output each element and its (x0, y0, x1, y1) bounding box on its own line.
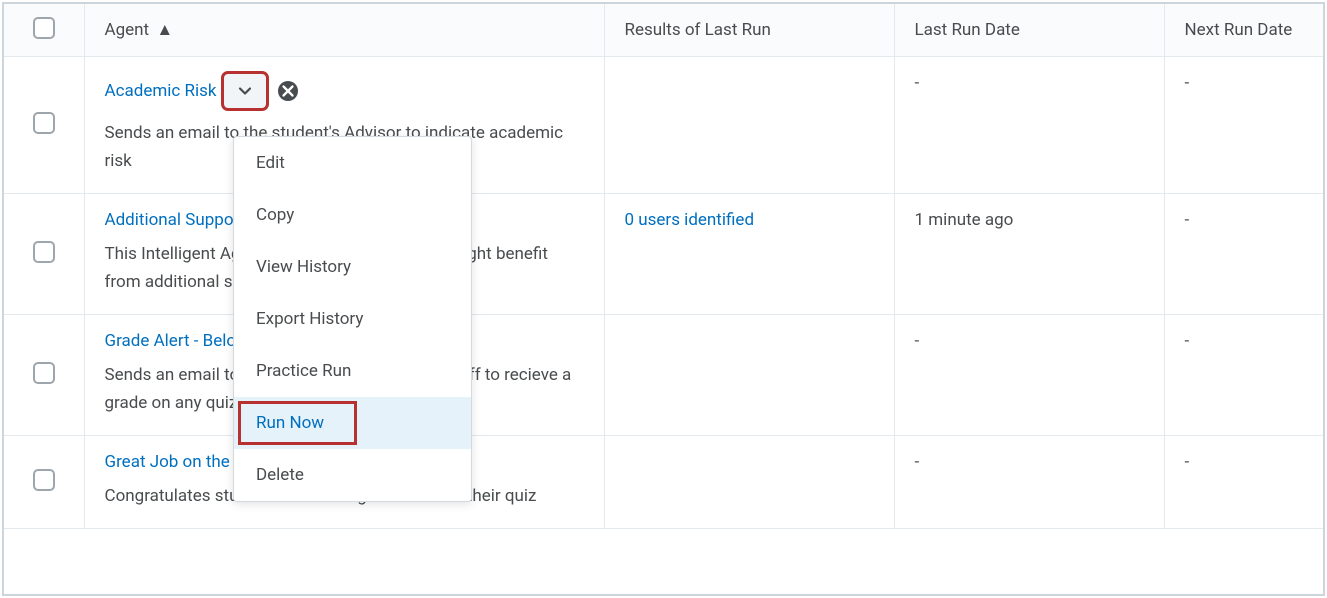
next-run-cell: - (1164, 436, 1323, 529)
row-checkbox-cell (4, 315, 84, 436)
menu-item-view-history[interactable]: View History (234, 241, 471, 293)
table-row: Great Job on the Quiz! Congratulates stu… (4, 436, 1323, 529)
header-last-run[interactable]: Last Run Date (894, 4, 1164, 57)
header-next-run-label: Next Run Date (1185, 20, 1293, 40)
results-link[interactable]: 0 users identified (625, 210, 755, 230)
select-all-checkbox[interactable] (33, 17, 55, 39)
row-checkbox[interactable] (33, 362, 55, 384)
table-row: Academic Risk Sends an email to the stud… (4, 57, 1323, 194)
table-row: Additional Support This Intelligent Agen… (4, 194, 1323, 315)
results-cell (604, 315, 894, 436)
next-run-cell: - (1164, 57, 1323, 194)
agents-table: Agent ▲ Results of Last Run Last Run Dat… (4, 4, 1323, 529)
last-run-cell: - (894, 436, 1164, 529)
menu-item-practice-run[interactable]: Practice Run (234, 345, 471, 397)
last-run-cell: 1 minute ago (894, 194, 1164, 315)
last-run-cell: - (894, 57, 1164, 194)
row-checkbox[interactable] (33, 241, 55, 263)
results-cell (604, 436, 894, 529)
header-last-run-label: Last Run Date (915, 20, 1020, 40)
chevron-down-icon (237, 83, 253, 99)
menu-item-export-history[interactable]: Export History (234, 293, 471, 345)
header-next-run[interactable]: Next Run Date (1164, 4, 1323, 57)
disabled-icon (277, 80, 299, 102)
menu-item-copy[interactable]: Copy (234, 189, 471, 241)
sort-ascending-icon: ▲ (156, 20, 173, 40)
last-run-cell: - (894, 315, 1164, 436)
agents-table-container: Agent ▲ Results of Last Run Last Run Dat… (2, 2, 1325, 596)
header-results[interactable]: Results of Last Run (604, 4, 894, 57)
menu-item-edit[interactable]: Edit (234, 137, 471, 189)
agent-title-row: Academic Risk (105, 73, 584, 109)
row-checkbox[interactable] (33, 469, 55, 491)
header-agent[interactable]: Agent ▲ (84, 4, 604, 57)
agent-actions-dropdown-button[interactable] (223, 73, 267, 109)
agent-link[interactable]: Additional Support (105, 210, 246, 230)
table-row: Grade Alert - Below 80% Sends an email t… (4, 315, 1323, 436)
agent-actions-menu: Edit Copy View History Export History Pr… (233, 136, 472, 502)
header-checkbox-cell (4, 4, 84, 57)
menu-item-delete[interactable]: Delete (234, 449, 471, 501)
next-run-cell: - (1164, 194, 1323, 315)
header-results-label: Results of Last Run (625, 20, 771, 40)
row-checkbox-cell (4, 194, 84, 315)
results-cell (604, 57, 894, 194)
next-run-cell: - (1164, 315, 1323, 436)
row-checkbox-cell (4, 57, 84, 194)
results-cell: 0 users identified (604, 194, 894, 315)
menu-item-run-now[interactable]: Run Now (234, 397, 471, 449)
header-agent-label: Agent (105, 20, 150, 40)
row-checkbox-cell (4, 436, 84, 529)
agent-link[interactable]: Academic Risk (105, 81, 217, 101)
table-header-row: Agent ▲ Results of Last Run Last Run Dat… (4, 4, 1323, 57)
table-body: Academic Risk Sends an email to the stud… (4, 57, 1323, 529)
row-checkbox[interactable] (33, 112, 55, 134)
